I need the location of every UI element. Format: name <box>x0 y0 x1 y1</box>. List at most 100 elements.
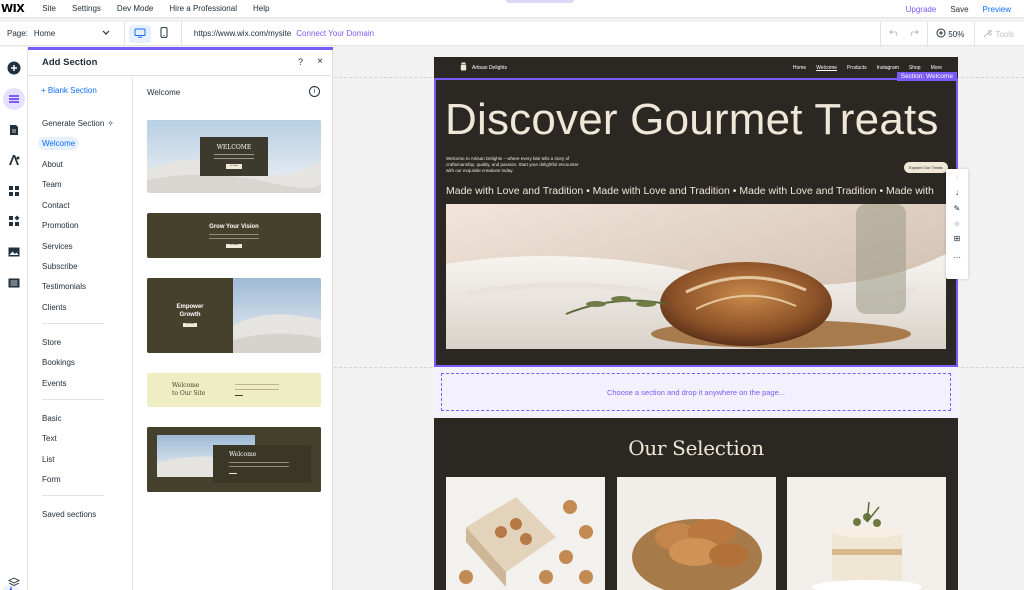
tools-icon <box>983 29 994 40</box>
undo-icon[interactable] <box>889 28 900 40</box>
category-promotion[interactable]: Promotion <box>42 221 78 230</box>
add-section-panel: Add Section ? × + Blank Section Generate… <box>28 47 333 590</box>
apps-icon[interactable] <box>3 180 25 202</box>
zoom-in-icon <box>936 28 946 40</box>
panel-header: Add Section ? × <box>28 50 333 76</box>
template-4-link <box>235 395 243 396</box>
connect-domain-link[interactable]: Connect Your Domain <box>296 29 374 38</box>
divider <box>927 22 929 46</box>
category-team[interactable]: Team <box>42 180 62 189</box>
section-template-4[interactable]: Welcome to Our Site <box>147 373 321 407</box>
jar-icon <box>460 62 467 73</box>
template-2-button: Get Started <box>226 244 242 248</box>
hero-bread-image <box>446 204 946 349</box>
menu-help[interactable]: Help <box>253 4 269 13</box>
move-up-icon[interactable]: ↑ <box>946 173 968 182</box>
product-cookies-image <box>446 477 605 590</box>
upgrade-button[interactable]: Upgrade <box>906 5 937 14</box>
media-icon[interactable] <box>3 241 25 263</box>
edit-design-icon[interactable]: ✎ <box>946 204 968 213</box>
site-nav-home[interactable]: Home <box>793 65 806 71</box>
site-nav-products[interactable]: Products <box>847 65 867 71</box>
desktop-view-button[interactable] <box>128 24 151 43</box>
template-4-lines <box>235 384 279 390</box>
category-about[interactable]: About <box>42 160 63 169</box>
site-url: https://www.wix.com/mysite <box>193 29 292 38</box>
layout-icon[interactable]: ⊞ <box>946 234 968 243</box>
category-contact[interactable]: Contact <box>42 201 70 210</box>
help-icon[interactable]: ? <box>298 57 303 67</box>
category-testimonials[interactable]: Testimonials <box>42 282 86 291</box>
site-nav-shop[interactable]: Shop <box>909 65 921 71</box>
info-icon[interactable]: i <box>309 86 320 97</box>
category-subscribe[interactable]: Subscribe <box>42 262 78 271</box>
wix-logo[interactable]: WIX <box>1 2 25 15</box>
save-button[interactable]: Save <box>950 5 968 14</box>
category-basic[interactable]: Basic <box>42 414 62 423</box>
generate-section-label: Generate Section <box>42 119 105 128</box>
site-nav-more[interactable]: More <box>931 65 942 71</box>
page-selector[interactable]: Home <box>34 29 98 38</box>
category-clients[interactable]: Clients <box>42 303 66 312</box>
site-nav-instagram[interactable]: Instagram <box>877 65 899 71</box>
section-template-1[interactable]: WELCOME Get Started <box>147 120 321 193</box>
category-text[interactable]: Text <box>42 434 57 443</box>
section-template-3[interactable]: Empower Growth Get Started <box>147 278 321 353</box>
category-form[interactable]: Form <box>42 475 61 484</box>
divider <box>974 22 976 46</box>
section-template-2[interactable]: Grow Your Vision Get Started <box>147 213 321 258</box>
product-bread-basket-image <box>617 477 776 590</box>
template-5-lines <box>229 462 289 467</box>
cms-icon[interactable] <box>3 272 25 294</box>
category-list[interactable]: List <box>42 455 54 464</box>
editor-canvas[interactable]: Artisan Delights Home Welcome Products I… <box>334 47 1024 590</box>
close-icon[interactable]: × <box>317 56 323 67</box>
add-elements-icon[interactable] <box>3 57 25 79</box>
add-section-icon[interactable] <box>3 88 25 110</box>
business-apps-icon[interactable] <box>3 210 25 232</box>
divider <box>180 21 182 46</box>
section-template-5[interactable]: Welcome <box>147 427 321 492</box>
mobile-view-button[interactable] <box>153 25 175 43</box>
menu-hire-professional[interactable]: Hire a Professional <box>169 4 237 13</box>
site-brand: Artisan Delights <box>460 62 507 73</box>
redo-icon[interactable] <box>908 28 920 40</box>
template-5-title: Welcome <box>229 451 257 458</box>
menu-site[interactable]: Site <box>42 4 56 13</box>
site-header[interactable]: Artisan Delights Home Welcome Products I… <box>434 57 958 78</box>
design-icon[interactable] <box>3 149 25 171</box>
zoom-control[interactable]: 50% <box>936 28 964 40</box>
marquee-text: Made with Love and Tradition • Made with… <box>446 185 934 197</box>
generate-section-item[interactable]: Generate Section ✧ <box>42 119 114 128</box>
move-down-icon[interactable]: ↓ <box>946 188 968 197</box>
saved-sections-item[interactable]: Saved sections <box>42 510 96 519</box>
category-store[interactable]: Store <box>42 338 61 347</box>
panel-title: Add Section <box>42 57 98 68</box>
category-bookings[interactable]: Bookings <box>42 358 75 367</box>
category-services[interactable]: Services <box>42 242 73 251</box>
explore-treats-button[interactable]: Explore Our Treats <box>904 162 948 173</box>
category-events[interactable]: Events <box>42 379 66 388</box>
menu-dev-mode[interactable]: Dev Mode <box>117 4 153 13</box>
more-actions-icon[interactable]: ··· <box>946 253 968 262</box>
category-welcome[interactable]: Welcome <box>38 137 80 150</box>
menu-settings[interactable]: Settings <box>72 4 101 13</box>
layers-icon[interactable] <box>3 571 25 590</box>
preview-button[interactable]: Preview <box>983 5 1011 14</box>
template-1-lines <box>214 154 254 159</box>
zoom-value: 50% <box>948 29 965 39</box>
chevron-down-icon[interactable] <box>102 30 110 38</box>
section-label-badge[interactable]: Section: Welcome <box>896 72 957 81</box>
drop-zone-target[interactable]: Choose a section and drop it anywhere on… <box>441 373 951 411</box>
blank-section-button[interactable]: + Blank Section <box>41 86 97 95</box>
mobile-icon <box>160 27 168 40</box>
site-nav-welcome[interactable]: Welcome <box>816 65 837 71</box>
top-center-tab[interactable] <box>506 0 574 3</box>
drop-zone[interactable]: Choose a section and drop it anywhere on… <box>434 367 958 418</box>
tools-button[interactable]: Tools <box>983 29 1014 40</box>
site-brand-name: Artisan Delights <box>472 64 508 71</box>
layers-stack-icon[interactable]: ◈ <box>946 219 968 228</box>
divider <box>42 323 104 324</box>
pages-icon[interactable] <box>3 119 25 141</box>
toolbar-right: 50% Tools <box>880 22 1024 46</box>
